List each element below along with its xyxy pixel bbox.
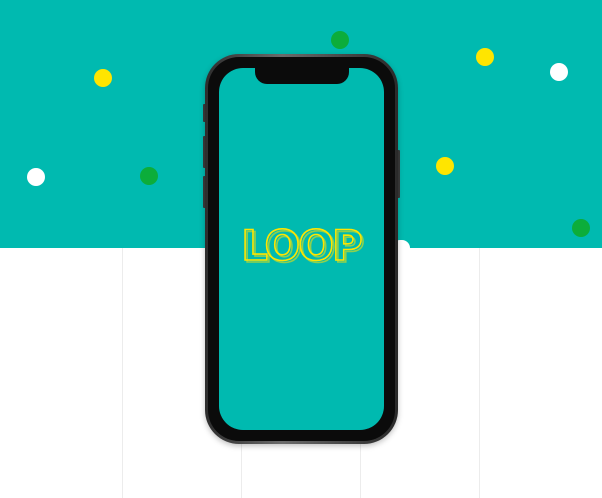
confetti-dot-yellow [436, 157, 454, 175]
phone-notch [254, 68, 349, 84]
confetti-dot-yellow [94, 69, 112, 87]
confetti-dot-green [572, 219, 590, 237]
loop-logo-text: LOOP [241, 226, 362, 270]
loop-logo: LOOP LOOP [240, 226, 366, 270]
grid-line [122, 248, 123, 498]
confetti-dot-white [550, 63, 568, 81]
home-indicator [272, 421, 332, 424]
confetti-dot-green [140, 167, 158, 185]
confetti-dot-yellow [476, 48, 494, 66]
grid-line [479, 248, 480, 498]
confetti-dot-white [27, 168, 45, 186]
confetti-dot-green [331, 31, 349, 49]
